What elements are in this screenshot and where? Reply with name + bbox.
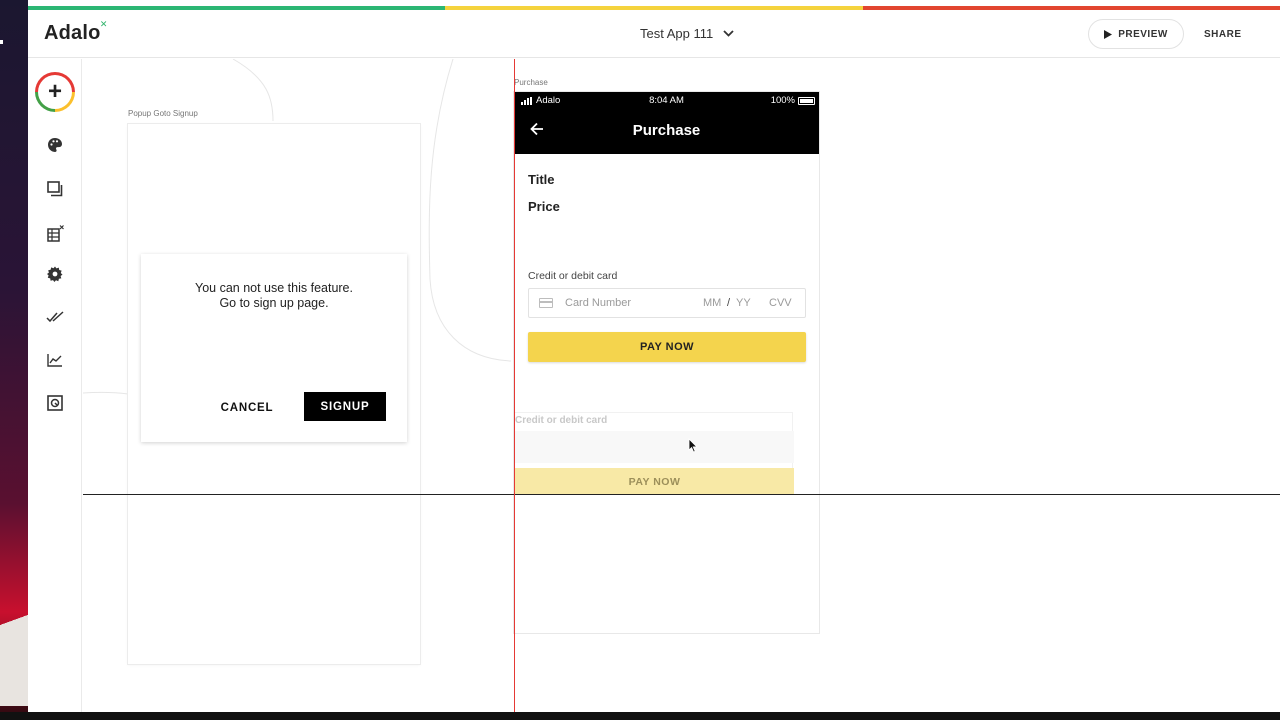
logo-text: Adalo [44,22,101,44]
editor-canvas[interactable]: Popup Goto Signup You can not use this f… [83,59,1280,712]
card-date-separator: / [727,297,731,309]
product-price[interactable]: Price [528,199,560,214]
card-input[interactable]: Card Number MM / YY CVV [528,288,806,318]
app-switcher[interactable]: Test App 111 [640,26,734,41]
dialog-message: You can not use this feature. Go to sign… [141,281,407,311]
logo-spark-icon: ✕ [99,19,108,29]
card-label: Credit or debit card [528,270,618,282]
dragged-payment-component[interactable]: Credit or debit card PAY NOW [514,412,794,495]
adalo-editor: Adalo ✕ Test App 111 PREVIEW SHARE + Pop… [28,0,1280,712]
play-icon [1104,29,1113,39]
product-title[interactable]: Title [528,172,555,187]
palette-icon[interactable] [45,135,65,155]
nav-title: Purchase [632,122,701,139]
battery-percent: 100% [770,95,795,106]
popup-screen-label[interactable]: Popup Goto Signup [128,109,198,118]
screens-icon[interactable] [45,179,65,199]
card-month-placeholder: MM [703,297,722,309]
battery-icon [798,96,815,105]
dialog-message-line1: You can not use this feature. [195,281,353,295]
double-check-icon[interactable] [45,307,65,327]
chevron-down-icon [723,30,734,37]
card-cvv-placeholder: CVV [769,297,792,309]
mouse-cursor-icon [688,438,698,453]
cancel-button[interactable]: CANCEL [211,394,283,422]
analytics-icon[interactable] [45,350,65,370]
purchase-screen[interactable]: Adalo 8:04 AM 100% Purchase Title Price … [514,92,819,633]
vertical-guide-line [514,59,515,712]
ghost-card-input [515,431,794,463]
card-number-placeholder: Card Number [565,297,632,309]
screen-bottom-edge [0,712,1280,720]
top-header: Adalo ✕ Test App 111 PREVIEW SHARE [28,10,1280,58]
dialog-message-line2: Go to sign up page. [219,296,329,310]
horizontal-guide-line [83,494,1280,495]
desktop-wallpaper-detail [0,586,28,706]
app-name-label: Test App 111 [640,26,714,41]
share-button[interactable]: SHARE [1204,29,1242,40]
desktop-background [0,0,28,720]
adalo-logo[interactable]: Adalo ✕ [44,19,107,45]
battery-info: 100% [771,95,815,106]
status-bar: Adalo 8:04 AM 100% [514,92,819,110]
publish-icon[interactable] [45,393,65,413]
pay-now-button[interactable]: PAY NOW [528,332,806,362]
purchase-screen-label[interactable]: Purchase [514,78,548,87]
ghost-card-label: Credit or debit card [515,415,608,426]
gear-icon[interactable] [45,264,65,284]
preview-button[interactable]: PREVIEW [1088,19,1184,49]
desktop-marker [0,40,3,44]
preview-label: PREVIEW [1118,28,1168,40]
add-icon: + [38,75,72,109]
card-year-placeholder: YY [736,297,751,309]
signup-button[interactable]: SIGNUP [304,392,386,421]
database-icon[interactable] [45,223,65,243]
left-toolbar: + [28,59,82,712]
ghost-pay-now-button: PAY NOW [515,468,794,495]
signup-dialog[interactable]: You can not use this feature. Go to sign… [141,254,407,442]
nav-bar: Purchase [514,110,819,154]
add-component-button[interactable]: + [35,72,75,112]
credit-card-icon [539,298,553,308]
